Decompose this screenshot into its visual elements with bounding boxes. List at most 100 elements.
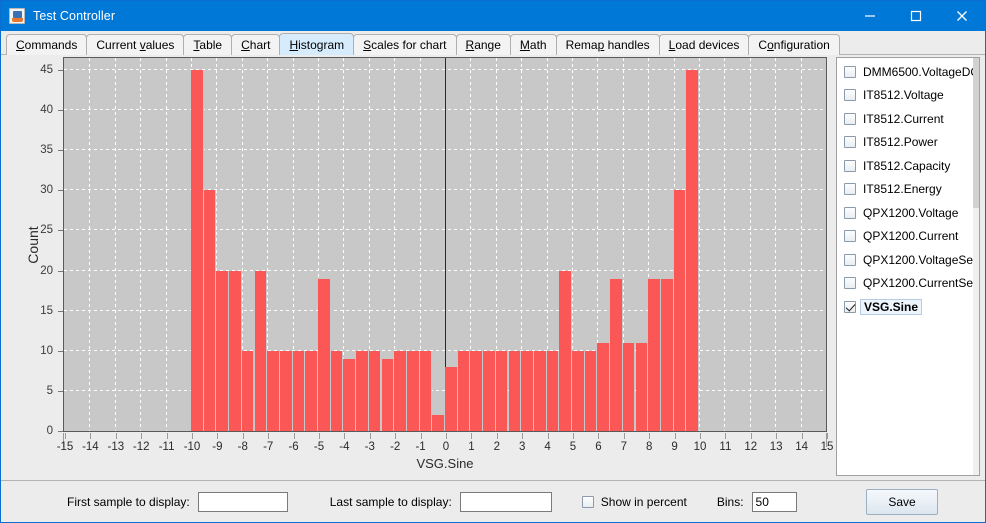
checkbox-icon[interactable] [844, 300, 856, 313]
tab-scales-for-chart[interactable]: Scales for chart [353, 34, 457, 55]
checkbox-icon[interactable] [844, 183, 856, 196]
legend-item-qpx1200-voltageset[interactable]: QPX1200.VoltageSet [837, 248, 979, 272]
checkbox-icon[interactable] [844, 206, 856, 219]
checkbox-icon[interactable] [844, 230, 856, 243]
legend-items: DMM6500.VoltageDC IT8512.Voltage IT8512.Cu… [837, 58, 979, 319]
histogram-bar [241, 350, 255, 431]
checkbox-icon[interactable] [844, 65, 856, 78]
legend-item-label: IT8512.Current [863, 111, 944, 126]
save-button[interactable]: Save [866, 488, 938, 515]
legend-item-dmm6500-voltagedc[interactable]: DMM6500.VoltageDC [837, 60, 979, 84]
x-tick-label: -11 [158, 441, 175, 453]
x-tick-mark [725, 433, 727, 439]
tab-commands[interactable]: Commands [6, 34, 88, 55]
tab-configuration[interactable]: Configuration [748, 34, 840, 55]
gridline-vertical [699, 58, 700, 431]
x-tick-label: 10 [693, 441, 707, 453]
legend-item-qpx1200-current[interactable]: QPX1200.Current [837, 225, 979, 249]
gridline-horizontal [64, 349, 826, 351]
y-tick-label: 30 [40, 184, 53, 197]
x-tick-label: 4 [544, 441, 551, 453]
tab-remap-handles[interactable]: Remap handles [555, 34, 660, 55]
checkbox-icon[interactable] [844, 89, 856, 102]
x-tick-label: -1 [415, 441, 426, 453]
tab-label: Chart [241, 38, 271, 52]
histogram-bar [597, 342, 611, 431]
gridline-vertical [165, 58, 167, 431]
legend-item-it8512-voltage[interactable]: IT8512.Voltage [837, 84, 979, 108]
legend-item-label: IT8512.Energy [863, 182, 942, 197]
histogram-bar [394, 350, 407, 431]
legend-item-it8512-current[interactable]: IT8512.Current [837, 107, 979, 131]
x-tick-label: 9 [671, 441, 678, 453]
tab-chart[interactable]: Chart [231, 34, 281, 55]
x-tick-label: 13 [769, 441, 783, 453]
bottom-control-bar: First sample to display: Last sample to … [1, 480, 985, 522]
series-legend-list[interactable]: DMM6500.VoltageDC IT8512.Voltage IT8512.Cu… [836, 57, 980, 476]
title-bar: Test Controller [1, 1, 985, 31]
show-in-percent-checkbox-box[interactable] [581, 495, 594, 508]
tab-load-devices[interactable]: Load devices [658, 34, 750, 55]
last-sample-input[interactable] [459, 491, 552, 512]
legend-item-label: QPX1200.Current [863, 229, 959, 244]
histogram-bar [318, 278, 331, 431]
show-in-percent-label: Show in percent [600, 494, 687, 509]
histogram-bar [495, 350, 509, 431]
x-tick-mark [522, 433, 524, 439]
legend-item-label: IT8512.Voltage [863, 88, 944, 103]
tab-histogram[interactable]: Histogram [279, 33, 355, 55]
tab-label: Load devices [668, 38, 740, 52]
legend-item-label: VSG.Sine [860, 298, 923, 315]
checkbox-icon[interactable] [844, 277, 856, 290]
histogram-bar [292, 350, 306, 431]
x-tick-mark [192, 433, 193, 439]
first-sample-input[interactable] [197, 491, 288, 512]
checkbox-icon[interactable] [844, 136, 856, 149]
checkbox-icon[interactable] [844, 159, 856, 172]
maximize-button[interactable] [893, 1, 939, 31]
tab-math[interactable]: Math [509, 34, 557, 55]
x-tick-mark [141, 433, 143, 439]
histogram-bar [381, 358, 395, 431]
x-tick-mark [827, 433, 828, 439]
histogram-bar [533, 350, 547, 431]
x-tick-label: 5 [569, 441, 577, 453]
x-tick-mark [344, 433, 346, 439]
checkbox-icon[interactable] [844, 112, 856, 125]
x-tick-mark [369, 433, 371, 439]
plot-area[interactable] [63, 57, 827, 432]
gridline-vertical [724, 58, 726, 431]
histogram-bar [279, 350, 293, 431]
histogram-bar [483, 350, 496, 431]
legend-scrollbar[interactable] [973, 58, 979, 475]
y-axis: Count 0 5 10 15 20 25 30 35 40 45 [1, 57, 63, 437]
tab-current-values[interactable]: Current values [86, 34, 185, 55]
tab-label: Range [465, 38, 501, 52]
legend-item-qpx1200-voltage[interactable]: QPX1200.Voltage [837, 201, 979, 225]
legend-item-label: QPX1200.VoltageSet [863, 252, 977, 267]
checkbox-icon[interactable] [844, 253, 856, 266]
x-tick-mark [700, 433, 701, 439]
legend-item-it8512-energy[interactable]: IT8512.Energy [837, 178, 979, 202]
x-tick-label: 3 [518, 441, 526, 453]
tab-table[interactable]: Table [183, 34, 233, 55]
tab-range[interactable]: Range [455, 34, 511, 55]
minimize-button[interactable] [847, 1, 893, 31]
legend-scrollbar-thumb[interactable] [973, 58, 979, 208]
y-tick-label: 20 [40, 264, 53, 277]
legend-item-it8512-capacity[interactable]: IT8512.Capacity [837, 154, 979, 178]
legend-item-it8512-power[interactable]: IT8512.Power [837, 131, 979, 155]
bins-input[interactable] [751, 491, 797, 512]
histogram-bar [457, 350, 471, 431]
x-tick-label: 1 [468, 441, 475, 453]
legend-item-vsg-sine[interactable]: VSG.Sine [837, 295, 979, 319]
histogram-bar [686, 70, 699, 431]
gridline-horizontal [64, 309, 826, 311]
close-button[interactable] [939, 1, 985, 31]
legend-item-qpx1200-currentset[interactable]: QPX1200.CurrentSet [837, 272, 979, 296]
x-tick-mark [242, 433, 244, 439]
x-tick-mark [776, 433, 778, 439]
x-tick-mark [293, 433, 295, 439]
tab-label: Scales for chart [363, 38, 447, 52]
show-in-percent-checkbox[interactable]: Show in percent [581, 494, 687, 509]
